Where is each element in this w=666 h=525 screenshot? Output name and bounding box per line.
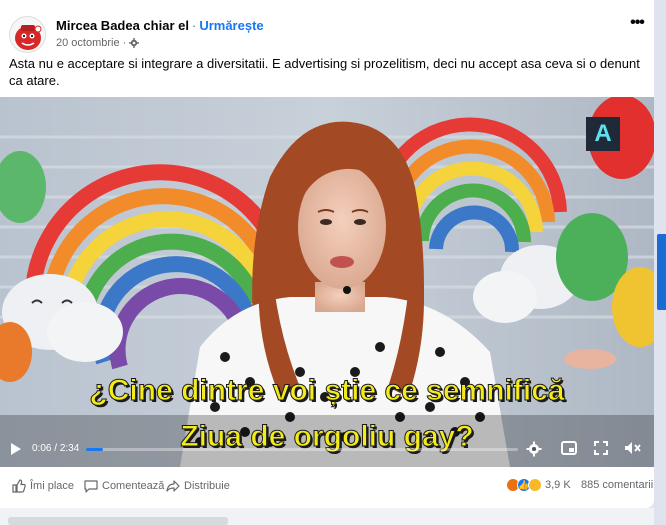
post-text: Asta nu e acceptare si integrare a diver… — [9, 56, 640, 88]
avatar-image — [10, 17, 45, 52]
play-button[interactable] — [10, 442, 22, 461]
page-scroll-edge — [654, 0, 666, 525]
comment-count[interactable]: 885 comentarii — [581, 479, 653, 491]
volume-button[interactable] — [624, 441, 642, 460]
play-icon — [11, 443, 21, 455]
more-icon: ••• — [630, 14, 645, 31]
fullscreen-button[interactable] — [594, 441, 608, 460]
thumbs-up-icon — [12, 479, 26, 493]
comment-icon — [84, 480, 98, 493]
author-name[interactable]: Mircea Badea chiar el — [56, 18, 189, 33]
like-label: Îmi place — [30, 480, 75, 492]
video-player[interactable]: A — [0, 97, 654, 467]
sad-reaction-icon — [528, 478, 542, 492]
post-date[interactable]: 20 octombrie — [56, 37, 120, 49]
channel-logo: A — [586, 117, 620, 151]
share-icon — [166, 480, 180, 492]
gear-icon — [129, 38, 140, 48]
comment-button[interactable]: Comentează — [84, 479, 164, 493]
share-button[interactable]: Distribuie — [166, 479, 230, 493]
more-options-button[interactable]: ••• — [626, 14, 648, 36]
post-header: Mircea Badea chiar el · Urmărește — [56, 18, 264, 33]
video-controls: 0:06 / 2:34 — [0, 434, 654, 467]
video-frame — [0, 97, 654, 467]
time-separator: / — [51, 443, 60, 454]
post-actions: Îmi place Comentează Distribuie 👍 3,9 K … — [0, 474, 654, 500]
video-time: 0:06 / 2:34 — [32, 443, 79, 454]
avatar[interactable] — [9, 16, 46, 53]
next-post-peek — [0, 508, 654, 525]
miniplayer-button[interactable] — [561, 441, 577, 460]
settings-gear-icon — [526, 441, 542, 457]
miniplayer-icon — [561, 441, 577, 455]
share-label: Distribuie — [184, 480, 230, 492]
reactions-summary[interactable]: 👍 3,9 K — [506, 478, 571, 492]
video-progress-bar[interactable] — [86, 448, 518, 451]
like-button[interactable]: Îmi place — [12, 479, 74, 493]
time-total: 2:34 — [59, 443, 80, 454]
comment-label: Comentează — [102, 480, 165, 492]
post-card: Mircea Badea chiar el · Urmărește 20 octom… — [0, 0, 654, 508]
follow-button[interactable]: Urmărește — [199, 18, 263, 33]
sidebar-accent — [657, 234, 666, 310]
next-post-placeholder — [8, 517, 228, 525]
volume-muted-icon — [625, 442, 641, 454]
video-caption-line1: ¿Cine dintre voi știe ce semnifică — [89, 374, 565, 408]
fullscreen-icon — [594, 441, 608, 455]
settings-button[interactable] — [526, 441, 542, 462]
separator: · — [191, 18, 197, 33]
video-progress-fill — [86, 448, 104, 451]
post-meta: 20 octombrie · — [56, 37, 140, 49]
separator: · — [122, 37, 127, 49]
reaction-count: 3,9 K — [545, 479, 571, 491]
time-current: 0:06 — [32, 443, 52, 454]
